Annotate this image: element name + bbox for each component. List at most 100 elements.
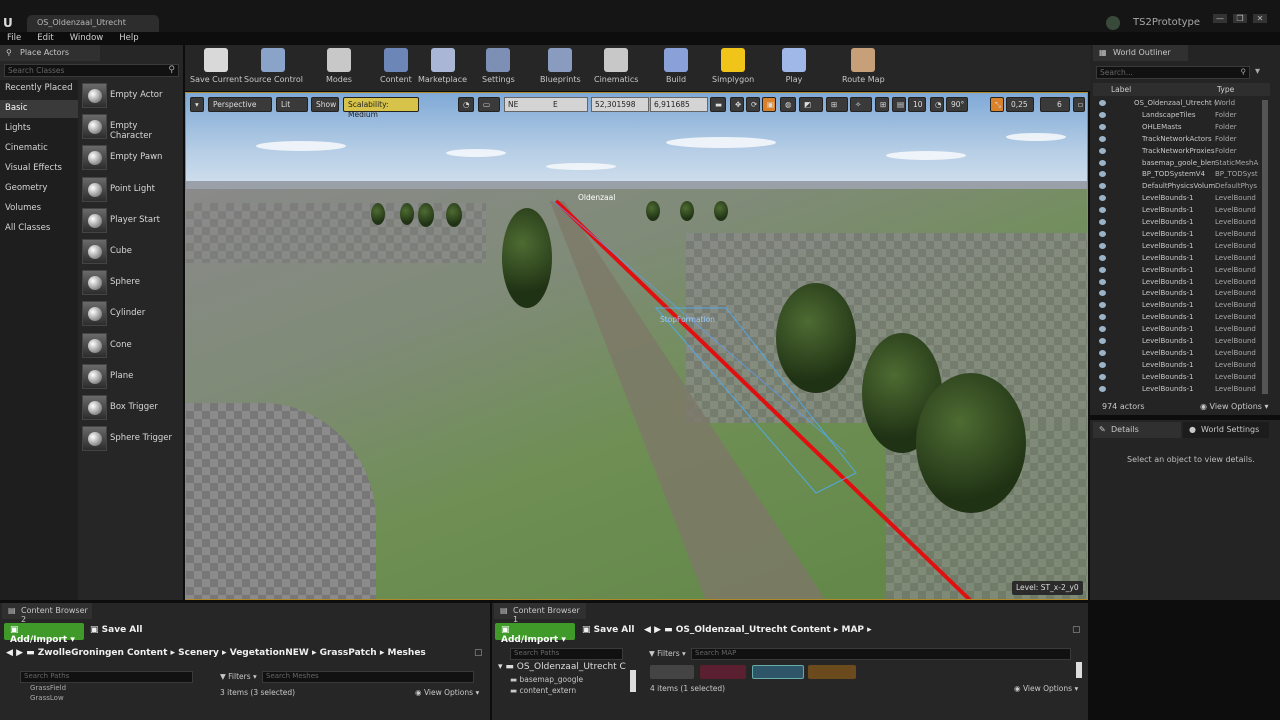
visibility-eye-icon[interactable] <box>1099 314 1106 321</box>
actor-sphere-trigger[interactable]: Sphere Trigger <box>82 426 182 452</box>
outliner-row[interactable]: LevelBounds-1 LevelBound <box>1093 253 1263 265</box>
visibility-eye-icon[interactable] <box>1099 361 1106 368</box>
outliner-settings-icon[interactable]: ▾ <box>1255 66 1260 77</box>
visibility-eye-icon[interactable] <box>1099 242 1106 249</box>
settings-button[interactable]: Settings <box>482 48 515 84</box>
route-map-button[interactable]: Route Map <box>842 48 885 84</box>
category-visual-effects[interactable]: Visual Effects <box>0 160 78 178</box>
world-outliner-tab[interactable]: ▦ World Outliner <box>1093 45 1188 61</box>
visibility-eye-icon[interactable] <box>1099 171 1106 178</box>
outliner-row[interactable]: LevelBounds-1 LevelBound <box>1093 324 1263 336</box>
cb1-add-import-button[interactable]: ▣ Add/Import ▾ <box>495 623 575 645</box>
surface-snap-icon[interactable]: ◩ <box>799 97 823 112</box>
cb2-search-paths[interactable]: Search Paths <box>20 671 193 683</box>
outliner-row[interactable]: LandscapeTiles Folder <box>1093 110 1263 122</box>
cb1-search-paths[interactable]: Search Paths <box>510 648 623 660</box>
visibility-eye-icon[interactable] <box>1099 385 1106 392</box>
outliner-row[interactable]: BP_TODSystemV4 BP_TODSyst <box>1093 169 1263 181</box>
outliner-row[interactable]: LevelBounds-1 LevelBound <box>1093 348 1263 360</box>
grid-snap-icon[interactable]: ⊞ <box>875 97 889 112</box>
visibility-eye-icon[interactable] <box>1099 326 1106 333</box>
visibility-eye-icon[interactable] <box>1099 266 1106 273</box>
outliner-row[interactable]: TrackNetworkActors Folder <box>1093 134 1263 146</box>
perspective-button[interactable]: Perspective <box>208 97 272 112</box>
category-lights[interactable]: Lights <box>0 120 78 138</box>
outliner-row[interactable]: LevelBounds-1 LevelBound <box>1093 265 1263 277</box>
cb1-filters-button[interactable]: ▼ Filters ▾ <box>649 649 686 658</box>
label-column[interactable]: Label <box>1111 85 1131 94</box>
outliner-row[interactable]: DefaultPhysicsVolume DefaultPhys <box>1093 181 1263 193</box>
rotation-snap-icon[interactable]: ◔ <box>930 97 944 112</box>
place-actors-tab[interactable]: ⚲ Place Actors <box>0 45 100 61</box>
content-browser-2-tab[interactable]: ▤ Content Browser 2 <box>2 603 92 624</box>
camera-speed-field[interactable]: 6 <box>1040 97 1070 112</box>
grid-snap-field[interactable]: 10 <box>908 97 926 112</box>
visibility-eye-icon[interactable] <box>1099 135 1106 142</box>
cb2-crumb-2[interactable]: VegetationNEW <box>230 648 309 658</box>
category-recently-placed[interactable]: Recently Placed <box>0 80 78 98</box>
visibility-eye-icon[interactable] <box>1099 349 1106 356</box>
scale-snap-icon[interactable]: ⤡ <box>990 97 1004 112</box>
category-volumes[interactable]: Volumes <box>0 200 78 218</box>
outliner-row[interactable]: LevelBounds-1 LevelBound <box>1093 300 1263 312</box>
cb2-crumb-1[interactable]: Scenery <box>178 648 219 658</box>
outliner-row[interactable]: TrackNetworkProxies Folder <box>1093 146 1263 158</box>
asset-thumbnail[interactable] <box>650 665 694 679</box>
actor-plane[interactable]: Plane <box>82 363 182 390</box>
cb1-view-options[interactable]: ◉ View Options ▾ <box>1014 684 1078 693</box>
outliner-row[interactable]: LevelBounds-1 LevelBound <box>1093 372 1263 384</box>
outliner-row[interactable]: OHLEMasts Folder <box>1093 122 1263 134</box>
marketplace-button[interactable]: Marketplace <box>418 48 467 84</box>
details-tab[interactable]: ✎ Details <box>1093 422 1181 438</box>
visibility-eye-icon[interactable] <box>1099 338 1106 344</box>
cb2-crumb-3[interactable]: GrassPatch <box>320 648 377 658</box>
translate-icon[interactable]: ✥ <box>730 97 744 112</box>
actor-point-light[interactable]: Point Light <box>82 176 182 203</box>
menu-file[interactable]: File <box>0 32 21 45</box>
rotate-icon[interactable]: ⟳ <box>746 97 760 112</box>
grid-size-icon[interactable]: ▤ <box>892 97 906 112</box>
go-to-button[interactable]: ▬ <box>710 97 726 112</box>
outliner-row[interactable]: LevelBounds-1 LevelBound <box>1093 193 1263 205</box>
source-control-button[interactable]: Source Control <box>244 48 303 84</box>
visibility-eye-icon[interactable] <box>1099 373 1106 380</box>
outliner-view-options[interactable]: ◉ View Options ▾ <box>1200 402 1269 411</box>
outliner-row[interactable]: LevelBounds-1 LevelBound <box>1093 312 1263 324</box>
visibility-eye-icon[interactable] <box>1099 290 1106 297</box>
visibility-eye-icon[interactable] <box>1099 230 1106 237</box>
scale-snap-field[interactable]: 0,25 <box>1006 97 1034 112</box>
outliner-row[interactable]: LevelBounds-1 LevelBound <box>1093 384 1263 396</box>
cinematics-button[interactable]: Cinematics <box>594 48 638 84</box>
visibility-eye-icon[interactable] <box>1099 183 1106 190</box>
actor-cube[interactable]: Cube <box>82 239 182 265</box>
cb2-add-import-button[interactable]: ▣ Add/Import ▾ <box>4 623 84 645</box>
actor-cylinder[interactable]: Cylinder <box>82 301 182 327</box>
cb2-tree-item[interactable]: GrassLow <box>30 694 64 702</box>
cb2-tree-item[interactable]: GrassField <box>30 684 66 692</box>
visibility-eye-icon[interactable] <box>1099 207 1106 214</box>
back-icon[interactable]: ◀ <box>644 625 654 635</box>
category-all-classes[interactable]: All Classes <box>0 220 78 238</box>
outliner-row[interactable]: LevelBounds-1 LevelBound <box>1093 336 1263 348</box>
document-tab[interactable]: OS_Oldenzaal_Utrecht <box>27 15 159 32</box>
play-button[interactable]: Play <box>782 48 806 84</box>
outliner-row[interactable]: basemap_goole_blen StaticMeshA <box>1093 158 1263 170</box>
asset-thumbnail[interactable] <box>700 665 746 679</box>
actor-cone[interactable]: Cone <box>82 332 182 359</box>
cb2-crumb-4[interactable]: Meshes <box>388 648 426 658</box>
actor-player-start[interactable]: Player Start <box>82 207 182 234</box>
cb2-save-all-button[interactable]: ▣ Save All <box>86 623 146 640</box>
visibility-eye-icon[interactable] <box>1099 195 1106 202</box>
outliner-row[interactable]: LevelBounds-1 LevelBound <box>1093 205 1263 217</box>
visibility-eye-icon[interactable] <box>1099 100 1106 106</box>
cb1-tree-scrollbar[interactable] <box>630 670 636 692</box>
scale-icon[interactable]: ▣ <box>762 97 776 112</box>
simplygon-button[interactable]: Simplygon <box>712 48 754 84</box>
close-button[interactable]: ✕ <box>1253 14 1267 23</box>
cb2-view-options[interactable]: ◉ View Options ▾ <box>415 688 479 697</box>
outliner-row[interactable]: LevelBounds-1 LevelBound <box>1093 217 1263 229</box>
visibility-eye-icon[interactable] <box>1099 278 1106 285</box>
actor-box-trigger[interactable]: Box Trigger <box>82 395 182 421</box>
scalability-button[interactable]: Scalability: Medium <box>343 97 419 119</box>
forward-icon[interactable]: ▶ <box>654 625 664 635</box>
